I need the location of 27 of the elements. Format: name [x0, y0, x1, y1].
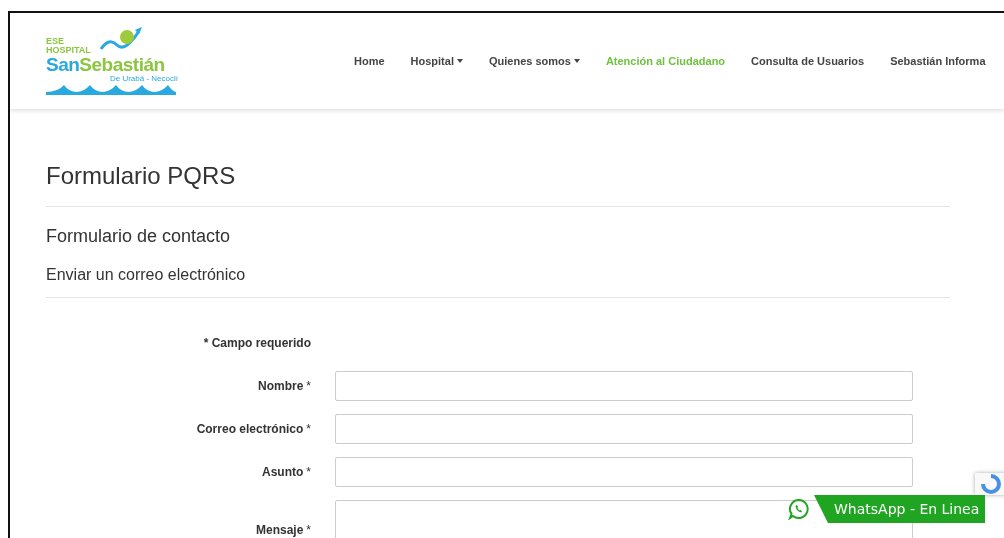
required-mark: *: [306, 422, 311, 436]
whatsapp-icon: [788, 498, 810, 520]
nav-link[interactable]: Home: [341, 55, 398, 67]
logo-text: SanSebastián: [46, 55, 166, 74]
required-mark: *: [306, 523, 311, 537]
page-title: Formulario PQRS: [46, 162, 237, 190]
form-title: Formulario de contacto: [46, 225, 232, 247]
nav-link[interactable]: Hospital: [397, 55, 476, 67]
input-field[interactable]: [335, 457, 913, 487]
field-label: Mensaje: [255, 523, 304, 537]
required-mark: *: [306, 465, 311, 479]
logo-subtitle: De Urabá - Necoclí: [109, 74, 178, 83]
nav-link[interactable]: Consulta de Usuarios: [738, 55, 878, 67]
section-title: Enviar un correo electrónico: [46, 265, 247, 285]
input-field[interactable]: [335, 371, 913, 401]
waves-icon: [46, 83, 176, 95]
logo-text: HOSPITAL: [46, 46, 91, 55]
field-label: Correo electrónico: [196, 422, 304, 436]
field-label: Nombre: [258, 379, 304, 393]
nav-link[interactable]: Sebastián Informa: [877, 55, 999, 67]
required-mark: *: [306, 379, 311, 393]
logo-text: ESE: [46, 37, 65, 46]
field-label: Asunto: [262, 465, 304, 479]
input-field[interactable]: [335, 414, 913, 444]
required-note: * Campo requerido: [203, 336, 311, 350]
recaptcha-icon: [981, 474, 1001, 494]
nav-link[interactable]: Quienes somos: [475, 55, 593, 67]
